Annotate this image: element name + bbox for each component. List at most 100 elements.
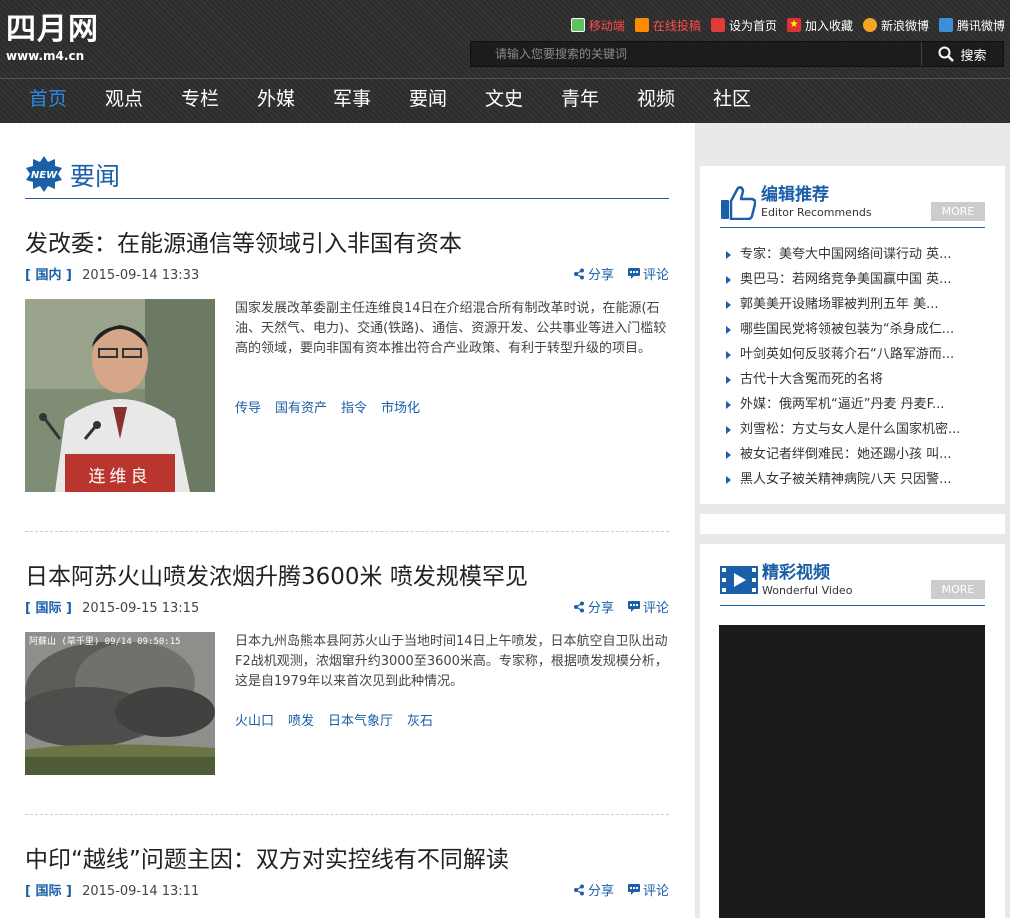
nav-item-home[interactable]: 首页 [10,80,86,120]
svg-text:NEW: NEW [31,170,58,181]
editor-recommends-panel: 编辑推荐 Editor Recommends MORE 专家：美夸大中国网络间谍… [700,166,1005,504]
share-button[interactable]: 分享 [573,264,614,283]
list-item[interactable]: 黑人女子被关精神病院八天 只因警... [720,467,985,492]
list-item[interactable]: 外媒：俄两军机“逼近”丹麦 丹麦F... [720,392,985,417]
article-actions: 分享 评论 [573,597,669,616]
list-item[interactable]: 叶剑英如何反驳蒋介石“八路军游而... [720,342,985,367]
nav-item-news[interactable]: 要闻 [390,80,466,120]
article-title[interactable]: 日本阿苏火山喷发浓烟升腾3600米 喷发规模罕见 [25,561,669,593]
tag-link[interactable]: 市场化 [381,397,420,416]
list-item[interactable]: 专家：美夸大中国网络间谍行动 英... [720,242,985,267]
tag-link[interactable]: 国有资产 [275,397,327,416]
main-column: NEW 要闻 发改委：在能源通信等领域引入非国有资本 [ 国内 ] 2015-0… [0,123,695,918]
editor-more-button[interactable]: MORE [931,202,985,221]
toplink-label: 移动端 [588,18,625,33]
video-more-button[interactable]: MORE [931,580,985,599]
svg-text:阿蘇山 (草千里) 09/14 09:50:15: 阿蘇山 (草千里) 09/14 09:50:15 [29,635,181,647]
article-actions: 分享 评论 [573,264,669,283]
sidebar-spacer [700,514,1005,534]
video-film-icon [720,566,758,594]
toplink-sina-weibo[interactable]: 新浪微博 [862,17,929,34]
nav-item-opinion[interactable]: 观点 [86,80,162,120]
editor-recommends-list: 专家：美夸大中国网络间谍行动 英... 奥巴马：若网络竞争美国赢中国 英... … [720,242,985,492]
tencent-weibo-icon [938,18,953,32]
list-item[interactable]: 郭美美开设赌场罪被判刑五年 美... [720,292,985,317]
volcano-eruption-image: 阿蘇山 (草千里) 09/14 09:50:15 [25,632,215,775]
comment-button[interactable]: 评论 [627,597,669,616]
list-item[interactable]: 古代十大含冤而死的名将 [720,367,985,392]
section-header: NEW 要闻 [25,155,669,199]
article-meta: [ 国内 ] 2015-09-14 13:33 分享 评论 [25,264,669,286]
search-button[interactable]: 搜索 [921,42,1003,66]
toplink-tencent-weibo[interactable]: 腾讯微博 [938,17,1005,34]
site-logo[interactable]: 四月网 www.m4.cn [6,14,116,70]
toplink-label: 设为首页 [728,18,777,33]
article-body: 阿蘇山 (草千里) 09/14 09:50:15 日本九州岛熊本县阿苏火山于当地… [25,632,669,775]
nav-item-column[interactable]: 专栏 [162,80,238,120]
article-tags: 传导 国有资产 指令 市场化 [235,397,420,416]
nav-item-foreign-media[interactable]: 外媒 [238,80,314,120]
nav-item-community[interactable]: 社区 [694,80,770,120]
nav-item-military[interactable]: 军事 [314,80,390,120]
article-meta: [ 国际 ] 2015-09-15 13:15 分享 评论 [25,597,669,619]
article-image[interactable]: 阿蘇山 (草千里) 09/14 09:50:15 [25,632,215,775]
tag-link[interactable]: 传导 [235,397,261,416]
share-button[interactable]: 分享 [573,597,614,616]
top-links: 移动端 在线投稿 设为首页 ★ 加入收藏 新浪微博 腾讯微博 [560,14,1005,36]
article-category[interactable]: [ 国际 ] [25,601,72,616]
nav-item-history[interactable]: 文史 [466,80,542,120]
tag-link[interactable]: 火山口 [235,710,274,729]
video-player[interactable] [719,625,985,918]
article-title[interactable]: 中印“越线”问题主因：双方对实控线有不同解读 [25,844,669,876]
toplink-bookmark[interactable]: ★ 加入收藏 [786,17,853,34]
article-image[interactable]: 连维良 [25,299,215,492]
article-summary: 日本九州岛熊本县阿苏火山于当地时间14日上午喷发，日本航空自卫队出动F2战机观测… [235,634,668,689]
article-category[interactable]: [ 国际 ] [25,884,72,899]
toplink-mobile[interactable]: 移动端 [570,17,625,34]
share-button[interactable]: 分享 [573,880,614,899]
section-title: 要闻 [70,162,121,191]
comment-button[interactable]: 评论 [627,880,669,899]
article-divider [25,531,669,532]
article-time: 2015-09-14 13:11 [82,884,200,899]
article-actions: 分享 评论 [573,880,669,899]
weibo-icon [862,18,877,32]
comment-label: 评论 [642,601,669,616]
tag-link[interactable]: 日本气象厅 [328,710,393,729]
comment-icon [627,601,640,612]
article-item: 日本阿苏火山喷发浓烟升腾3600米 喷发规模罕见 [ 国际 ] 2015-09-… [25,561,669,775]
logo-text: 四月网 [6,12,99,47]
search-input[interactable] [471,42,919,66]
tag-link[interactable]: 指令 [341,397,367,416]
search-bar: 搜索 [470,41,1004,67]
list-item[interactable]: 奥巴马：若网络竞争美国赢中国 英... [720,267,985,292]
tag-link[interactable]: 灰石 [407,710,433,729]
toplink-set-homepage[interactable]: 设为首页 [710,17,777,34]
comment-label: 评论 [642,884,669,899]
site-header: 四月网 www.m4.cn 移动端 在线投稿 设为首页 ★ 加入收藏 新浪微博 … [0,0,1010,123]
official-portrait-image: 连维良 [25,299,215,492]
nav-item-youth[interactable]: 青年 [542,80,618,120]
list-item[interactable]: 刘雪松：方丈与女人是什么国家机密... [720,417,985,442]
svg-text:连维良: 连维良 [89,467,152,487]
tag-link[interactable]: 喷发 [288,710,314,729]
comment-button[interactable]: 评论 [627,264,669,283]
list-item[interactable]: 哪些国民党将领被包装为“杀身成仁... [720,317,985,342]
list-item[interactable]: 被女记者绊倒难民：她还踢小孩 叫... [720,442,985,467]
article-title[interactable]: 发改委：在能源通信等领域引入非国有资本 [25,228,669,260]
main-nav: 首页 观点 专栏 外媒 军事 要闻 文史 青年 视频 社区 [10,80,770,120]
nav-item-video[interactable]: 视频 [618,80,694,120]
article-category[interactable]: [ 国内 ] [25,268,72,283]
toplink-submit[interactable]: 在线投稿 [634,17,701,34]
star-icon: ★ [786,18,801,32]
new-badge-icon: NEW [26,156,62,192]
search-button-label: 搜索 [960,48,987,64]
nav-divider [0,78,1010,79]
toplink-label: 新浪微博 [880,18,929,33]
article-body: 连维良 国家发展改革委副主任连维良14日在介绍混合所有制改革时说，在能源(石油、… [25,299,669,492]
thumbs-up-icon [721,186,756,220]
toplink-label: 加入收藏 [804,18,853,33]
video-panel: 精彩视频 Wonderful Video MORE [700,544,1005,918]
video-header: 精彩视频 Wonderful Video MORE [720,562,985,606]
share-label: 分享 [587,884,614,899]
